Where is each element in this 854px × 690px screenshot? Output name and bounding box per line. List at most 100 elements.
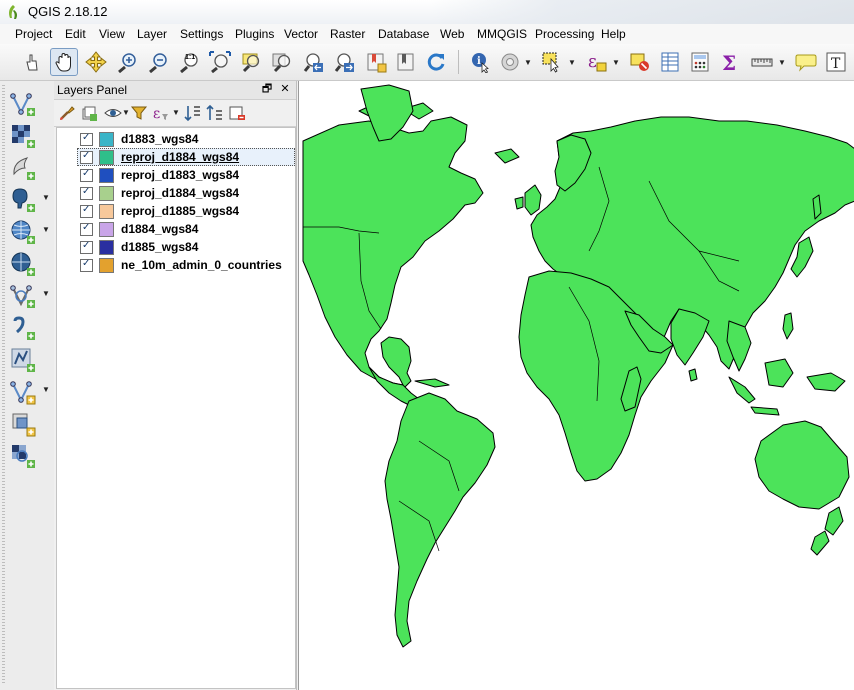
add-wms-layer-icon[interactable] bbox=[8, 217, 38, 247]
layer-color-swatch bbox=[99, 258, 114, 273]
new-shapefile-layer-icon[interactable] bbox=[8, 377, 38, 407]
menu-raster[interactable]: Raster bbox=[330, 27, 365, 41]
layer-visibility-checkbox[interactable] bbox=[80, 222, 93, 236]
layer-styling-icon[interactable] bbox=[58, 104, 76, 122]
pan-to-selection-icon[interactable] bbox=[82, 48, 110, 76]
statistics-icon[interactable]: Σ bbox=[716, 48, 744, 76]
zoom-next-icon[interactable] bbox=[330, 48, 358, 76]
close-panel-icon[interactable]: ✕ bbox=[278, 82, 292, 96]
new-zealand bbox=[824, 506, 844, 536]
pan-hand-icon[interactable] bbox=[50, 48, 78, 76]
toolbar-grip[interactable] bbox=[2, 85, 5, 685]
menu-layer[interactable]: Layer bbox=[137, 27, 167, 41]
zoom-native-icon[interactable]: 1:1 bbox=[175, 48, 203, 76]
layer-row[interactable]: d1884_wgs84 bbox=[57, 220, 295, 238]
add-spatialite-layer-icon[interactable] bbox=[8, 153, 38, 183]
add-spatialite-new-icon[interactable] bbox=[8, 409, 38, 439]
menu-web[interactable]: Web bbox=[440, 27, 464, 41]
new-layer-dropdown-icon[interactable]: ▼ bbox=[42, 385, 50, 394]
attribute-table-icon[interactable] bbox=[656, 48, 684, 76]
filter-expression-dropdown-icon[interactable]: ▼ bbox=[172, 108, 180, 117]
layer-row-selected[interactable]: reproj_d1884_wgs84 bbox=[57, 148, 295, 166]
select-expression-icon[interactable]: ε bbox=[582, 48, 610, 76]
measure-dropdown-icon[interactable]: ▼ bbox=[778, 58, 786, 67]
expand-all-icon[interactable] bbox=[184, 104, 202, 122]
menu-mmqgis[interactable]: MMQGIS bbox=[477, 27, 527, 41]
add-vector-layer-icon[interactable] bbox=[8, 89, 38, 119]
add-postgis-dropdown-icon[interactable]: ▼ bbox=[42, 193, 50, 202]
add-wfs-layer-icon[interactable] bbox=[8, 249, 38, 279]
svg-text:i: i bbox=[477, 56, 481, 67]
select-expression-dropdown-icon[interactable]: ▼ bbox=[612, 58, 620, 67]
add-gpx-layer-icon[interactable] bbox=[8, 345, 38, 375]
measure-icon[interactable] bbox=[748, 48, 776, 76]
deselect-icon[interactable] bbox=[626, 48, 654, 76]
collapse-all-icon[interactable] bbox=[206, 104, 224, 122]
menu-view[interactable]: View bbox=[99, 27, 125, 41]
action-icon[interactable] bbox=[496, 48, 524, 76]
ireland bbox=[514, 196, 524, 210]
zoom-to-selection-icon[interactable] bbox=[237, 48, 265, 76]
layer-visibility-checkbox[interactable] bbox=[80, 150, 93, 164]
layer-visibility-checkbox[interactable] bbox=[80, 168, 93, 182]
layer-name: reproj_d1885_wgs84 bbox=[121, 204, 240, 218]
add-delimited-text-icon[interactable] bbox=[8, 313, 38, 343]
layer-row[interactable]: reproj_d1883_wgs84 bbox=[57, 166, 295, 184]
layer-row[interactable]: d1885_wgs84 bbox=[57, 238, 295, 256]
zoom-full-icon[interactable] bbox=[206, 48, 234, 76]
layer-row[interactable]: reproj_d1884_wgs84 bbox=[57, 184, 295, 202]
remove-layer-icon[interactable] bbox=[228, 104, 246, 122]
layer-visibility-checkbox[interactable] bbox=[80, 132, 93, 146]
layer-color-swatch bbox=[99, 132, 114, 147]
add-virtual-dropdown-icon[interactable]: ▼ bbox=[42, 289, 50, 298]
select-features-icon[interactable] bbox=[538, 48, 566, 76]
zoom-last-icon[interactable] bbox=[299, 48, 327, 76]
menu-edit[interactable]: Edit bbox=[65, 27, 86, 41]
select-dropdown-icon[interactable]: ▼ bbox=[568, 58, 576, 67]
show-bookmarks-icon[interactable] bbox=[392, 48, 420, 76]
new-bookmark-icon[interactable] bbox=[362, 48, 390, 76]
layer-visibility-checkbox[interactable] bbox=[80, 240, 93, 254]
menu-vector[interactable]: Vector bbox=[284, 27, 318, 41]
zoom-native-label: 1:1 bbox=[185, 54, 196, 61]
add-group-icon[interactable] bbox=[80, 104, 98, 122]
action-dropdown-icon[interactable]: ▼ bbox=[524, 58, 532, 67]
identify-icon[interactable]: i bbox=[466, 48, 494, 76]
filter-by-expression-icon[interactable]: ε bbox=[152, 104, 170, 122]
refresh-icon[interactable] bbox=[422, 48, 450, 76]
british-isles bbox=[524, 184, 542, 216]
layer-visibility-checkbox[interactable] bbox=[80, 258, 93, 272]
manage-visibility-icon[interactable] bbox=[104, 104, 122, 122]
add-wms-dropdown-icon[interactable]: ▼ bbox=[42, 225, 50, 234]
add-virtual-layer-icon[interactable] bbox=[8, 281, 38, 311]
zoom-out-icon[interactable] bbox=[144, 48, 172, 76]
menu-settings[interactable]: Settings bbox=[180, 27, 223, 41]
menu-project[interactable]: Project bbox=[15, 27, 52, 41]
layer-row[interactable]: ne_10m_admin_0_countries bbox=[57, 256, 295, 274]
touch-icon[interactable] bbox=[18, 48, 46, 76]
indian-subcontinent bbox=[670, 308, 710, 366]
add-wcs-layer-icon[interactable] bbox=[8, 441, 38, 471]
add-raster-layer-icon[interactable] bbox=[8, 121, 38, 151]
menu-plugins[interactable]: Plugins bbox=[235, 27, 274, 41]
manage-layers-toolbar: ▼ ▼ ▼ ▼ bbox=[0, 81, 55, 690]
visibility-dropdown-icon[interactable]: ▼ bbox=[122, 108, 130, 117]
map-tips-icon[interactable] bbox=[792, 48, 820, 76]
text-annotation-icon[interactable]: T bbox=[822, 48, 850, 76]
float-panel-icon[interactable]: 🗗 bbox=[260, 82, 274, 96]
cuba bbox=[414, 378, 450, 388]
layer-row[interactable]: d1883_wgs84 bbox=[57, 130, 295, 148]
north-america-landmass bbox=[302, 116, 484, 388]
layer-visibility-checkbox[interactable] bbox=[80, 186, 93, 200]
layer-visibility-checkbox[interactable] bbox=[80, 204, 93, 218]
map-canvas[interactable] bbox=[298, 81, 854, 690]
zoom-to-layer-icon[interactable] bbox=[268, 48, 296, 76]
menu-help[interactable]: Help bbox=[601, 27, 626, 41]
menu-database[interactable]: Database bbox=[378, 27, 429, 41]
menu-processing[interactable]: Processing bbox=[535, 27, 594, 41]
layer-row[interactable]: reproj_d1885_wgs84 bbox=[57, 202, 295, 220]
filter-legend-icon[interactable] bbox=[130, 104, 148, 122]
add-postgis-layer-icon[interactable] bbox=[8, 185, 38, 215]
field-calculator-icon[interactable] bbox=[686, 48, 714, 76]
zoom-in-icon[interactable] bbox=[113, 48, 141, 76]
